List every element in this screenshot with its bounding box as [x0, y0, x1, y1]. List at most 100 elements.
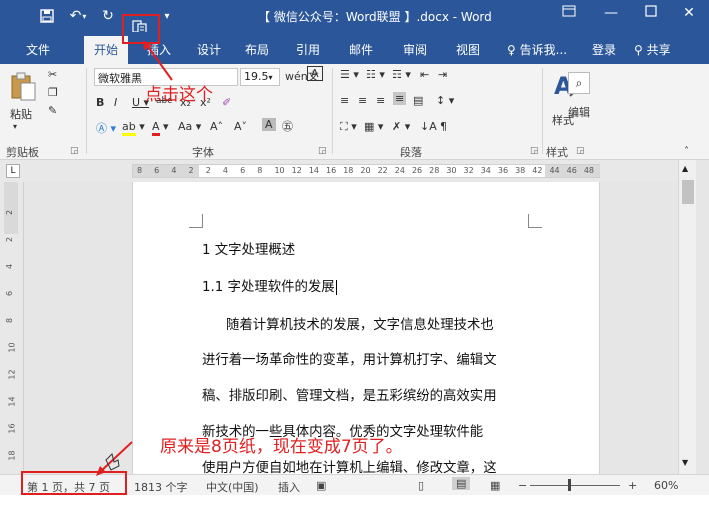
cut-icon[interactable]: ✂ — [48, 68, 57, 81]
tab-layout[interactable]: 布局 — [245, 41, 269, 58]
ruler-tick-label: 16 — [326, 166, 337, 175]
close-button[interactable]: ✕ — [678, 5, 700, 21]
minimize-button[interactable]: — — [600, 5, 622, 21]
clear-format-icon[interactable]: ✐ — [222, 96, 231, 109]
styles-launcher-icon[interactable]: ◲ — [576, 146, 585, 156]
align-right-icon[interactable]: ≡ — [376, 94, 385, 107]
crop-mark — [189, 214, 203, 228]
copy-icon[interactable]: ❐ — [48, 86, 58, 99]
editing-button[interactable]: 编辑 — [568, 104, 590, 120]
tab-mailings[interactable]: 邮件 — [349, 41, 373, 58]
ruler-tick-label: 44 — [549, 166, 560, 175]
vruler-tick-label: 10 — [7, 342, 17, 353]
text-effects-icon[interactable]: Ⓐ ▾ — [96, 120, 116, 136]
tab-view[interactable]: 视图 — [456, 41, 480, 58]
share-button[interactable]: ⚲ 共享 — [634, 41, 671, 58]
zoom-in-icon[interactable]: + — [628, 479, 637, 492]
zoom-slider-thumb[interactable] — [568, 479, 571, 491]
ruler-tick-label: 18 — [343, 166, 354, 175]
ruler-tick-label: 12 — [291, 166, 302, 175]
character-shading-icon[interactable]: A — [262, 118, 276, 131]
find-icon[interactable]: ⌕ — [568, 72, 590, 94]
right-gutter — [696, 160, 709, 474]
numbering-icon[interactable]: ☷ ▾ — [366, 68, 385, 81]
insert-mode-status[interactable]: 插入 — [278, 479, 300, 495]
undo-icon[interactable]: ↶ ▾ — [64, 5, 92, 27]
justify-icon[interactable]: ≡ — [393, 92, 407, 105]
shrink-font-icon[interactable]: A˅ — [234, 120, 247, 133]
zoom-slider-track[interactable] — [530, 485, 620, 486]
align-center-icon[interactable]: ≡ — [358, 94, 367, 107]
increase-indent-icon[interactable]: ⇥ — [438, 68, 447, 81]
word-count-status[interactable]: 1813 个字 — [134, 479, 188, 495]
shading-icon[interactable]: ⛶ ▾ — [340, 120, 357, 134]
font-launcher-icon[interactable]: ◲ — [318, 146, 327, 156]
ribbon-tabs: 文件 开始 插入 设计 布局 引用 邮件 审阅 视图 ♀ 告诉我... 登录 ⚲… — [0, 32, 709, 64]
chinese-layout-icon[interactable]: ✗ ▾ — [392, 120, 410, 133]
borders-icon[interactable]: ▦ ▾ — [364, 120, 383, 133]
clipboard-launcher-icon[interactable]: ◲ — [70, 146, 79, 156]
bullets-icon[interactable]: ☰ ▾ — [340, 68, 359, 81]
horizontal-ruler[interactable]: 8 6 4 2 2 4 6 8 10 12 14 16 18 20 22 24 26 28 30 32 34 36 38 42… — [132, 164, 600, 178]
redo-icon[interactable]: ↻ — [98, 5, 118, 27]
login-link[interactable]: 登录 — [592, 41, 616, 58]
language-status[interactable]: 中文(中国) — [206, 479, 259, 495]
styles-group-label: 样式 — [546, 146, 568, 159]
paste-dropdown-icon[interactable]: ▾ — [13, 122, 17, 131]
paste-button[interactable]: 粘贴 — [10, 106, 32, 122]
sort-icon[interactable]: ↓A — [420, 120, 437, 133]
ruler-tick-label: 2 — [188, 166, 194, 175]
ruler-tick-label: 32 — [463, 166, 474, 175]
font-color-icon[interactable]: A ▾ — [152, 120, 169, 136]
paste-icon[interactable] — [10, 72, 38, 105]
vruler-tick-label: 2 — [5, 236, 15, 243]
multilevel-list-icon[interactable]: ☶ ▾ — [392, 68, 411, 81]
show-marks-icon[interactable]: ¶ — [440, 120, 447, 133]
zoom-out-icon[interactable]: − — [518, 479, 527, 492]
character-border-icon[interactable]: A — [307, 66, 323, 81]
tab-references[interactable]: 引用 — [296, 41, 320, 58]
ruler-tick-label: 30 — [446, 166, 457, 175]
ruler-tick-label: 14 — [308, 166, 320, 175]
vertical-ruler[interactable]: 2 2 4 6 8 10 12 14 16 18 — [0, 182, 24, 474]
font-size-box[interactable]: 19.5▾ — [240, 68, 280, 86]
italic-icon[interactable]: I — [114, 96, 117, 109]
format-painter-icon[interactable]: ✎ — [48, 104, 57, 117]
line-spacing-icon[interactable]: ↕ ▾ — [436, 94, 454, 107]
bold-icon[interactable]: B — [96, 96, 104, 109]
tab-review[interactable]: 审阅 — [403, 41, 427, 58]
title-bar: ↶ ▾ ↻ ▾ 【 微信公众号：Word联盟 】.docx - Word — ✕ — [0, 0, 709, 36]
print-layout-icon[interactable]: ▤ — [452, 477, 471, 490]
read-mode-icon[interactable]: ▯ — [418, 479, 424, 492]
tab-selector-icon[interactable]: L — [6, 164, 20, 178]
paragraph-line: 使用户方便自如地在计算机上编辑、修改文章，这 — [202, 461, 497, 476]
vertical-scrollbar[interactable]: ▲ ▼ — [678, 160, 696, 474]
distributed-icon[interactable]: ▤ — [413, 94, 423, 107]
web-layout-icon[interactable]: ▦ — [490, 479, 500, 492]
highlight-color-icon[interactable]: ab ▾ — [122, 120, 145, 136]
grow-font-icon[interactable]: A˄ — [210, 120, 223, 133]
annotation-page-count: 原来是8页纸，现在变成7页了。 — [160, 437, 403, 457]
scroll-down-icon[interactable]: ▼ — [682, 458, 688, 467]
ribbon: 粘贴 ▾ ✂ ❐ ✎ 剪贴板 ◲ 微软雅黑 19.5▾ wén文 A B I U… — [0, 64, 709, 160]
tab-file[interactable]: 文件 — [26, 41, 50, 58]
qat-customize-icon[interactable]: ▾ — [160, 5, 174, 27]
ruler-tick-label: 28 — [429, 166, 440, 175]
tell-me-search[interactable]: ♀ 告诉我... — [507, 41, 567, 58]
maximize-button[interactable] — [640, 5, 662, 21]
text-cursor — [335, 279, 337, 295]
change-case-icon[interactable]: Aa ▾ — [178, 120, 201, 133]
scroll-up-icon[interactable]: ▲ — [682, 164, 688, 173]
ribbon-display-icon[interactable] — [558, 5, 580, 21]
save-icon[interactable] — [36, 5, 58, 27]
decrease-indent-icon[interactable]: ⇤ — [420, 68, 429, 81]
paragraph-launcher-icon[interactable]: ◲ — [530, 146, 539, 156]
enclose-characters-icon[interactable]: ㊄ — [282, 118, 293, 134]
tab-design[interactable]: 设计 — [197, 41, 221, 58]
macro-record-icon[interactable]: ▣ — [316, 479, 326, 492]
align-left-icon[interactable]: ≡ — [340, 94, 349, 107]
scrollbar-thumb[interactable] — [682, 180, 694, 204]
zoom-level[interactable]: 60% — [654, 479, 678, 492]
collapse-ribbon-icon[interactable]: ˄ — [684, 146, 689, 157]
person-icon: ⚲ — [634, 43, 643, 57]
